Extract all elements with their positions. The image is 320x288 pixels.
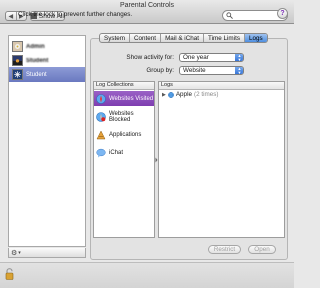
popup-arrows-icon: ▲ ▼ [235, 54, 243, 61]
snowflake-avatar-icon [12, 69, 23, 80]
tab-mail-ichat[interactable]: Mail & iChat [160, 34, 203, 42]
tab-system[interactable]: System [100, 34, 129, 42]
user-name: Student [26, 71, 47, 78]
tab-logs[interactable]: Logs [243, 34, 267, 42]
collection-websites-visited[interactable]: Websites Visited [94, 91, 154, 106]
help-icon: ? [280, 10, 285, 17]
collection-label: iChat [109, 149, 124, 156]
user-name: Admin [26, 43, 45, 50]
show-activity-label: Show activity for: [126, 54, 174, 61]
user-name: Student [26, 57, 49, 64]
lock-icon[interactable] [5, 268, 14, 280]
show-activity-value: One year [183, 54, 209, 61]
tab-time-limits[interactable]: Time Limits [203, 34, 244, 42]
log-visit-count: (2 times) [193, 91, 219, 98]
user-item-admin[interactable]: Admin [9, 39, 85, 54]
bottom-bar [0, 262, 294, 288]
chevron-down-icon: ▾ [18, 250, 21, 256]
popup-arrows-icon: ▲ ▼ [235, 67, 243, 74]
collection-label: Applications [109, 131, 142, 138]
window-title: Parental Controls [119, 2, 175, 9]
back-button[interactable]: ◀ [6, 12, 16, 20]
user-item-student[interactable]: Student [9, 67, 85, 82]
log-row-apple[interactable]: ▶ Apple (2 times) [162, 91, 218, 98]
log-collections-list: Log Collections Websites Visited Website… [93, 81, 155, 238]
user-item-student-2[interactable]: Student [9, 53, 85, 68]
open-button[interactable]: Open [248, 245, 276, 254]
collection-label: Websites Blocked [109, 110, 134, 123]
sunset-avatar-icon [12, 55, 23, 66]
ichat-icon [96, 148, 106, 157]
collection-label: Websites Visited [109, 95, 154, 102]
user-list-action-bar: ⚙ ▾ [8, 248, 86, 258]
tab-bar: System Content Mail & iChat Time Limits … [99, 33, 268, 43]
lock-message: Click the lock to prevent further change… [18, 11, 133, 18]
applications-icon [96, 129, 106, 139]
group-by-popup[interactable]: Website ▲ ▼ [179, 66, 244, 75]
restrict-button[interactable]: Restrict [208, 245, 241, 254]
logs-list: Logs ▶ Apple (2 times) [158, 81, 285, 238]
group-by-label: Group by: [146, 67, 174, 74]
help-button[interactable]: ? [277, 8, 288, 19]
search-icon [226, 12, 233, 19]
collection-websites-blocked[interactable]: Websites Blocked [94, 109, 154, 124]
blocked-compass-icon [96, 111, 106, 122]
tab-content[interactable]: Content [129, 34, 160, 42]
gear-icon: ⚙ [11, 250, 18, 257]
show-activity-popup[interactable]: One year ▲ ▼ [179, 53, 244, 62]
flower-avatar-icon [12, 41, 23, 52]
gear-menu-button[interactable]: ⚙ ▾ [11, 249, 25, 257]
disclosure-triangle-icon[interactable]: ▶ [162, 92, 166, 98]
collection-ichat[interactable]: iChat [94, 145, 154, 160]
safari-compass-icon [96, 93, 106, 104]
group-by-value: Website [183, 67, 206, 74]
user-list: Admin Student Student [8, 35, 86, 247]
log-collections-header: Log Collections [94, 82, 154, 90]
log-site-label: Apple [175, 91, 192, 98]
logs-header: Logs [159, 82, 284, 90]
collection-applications[interactable]: Applications [94, 127, 154, 142]
globe-icon [167, 91, 174, 98]
